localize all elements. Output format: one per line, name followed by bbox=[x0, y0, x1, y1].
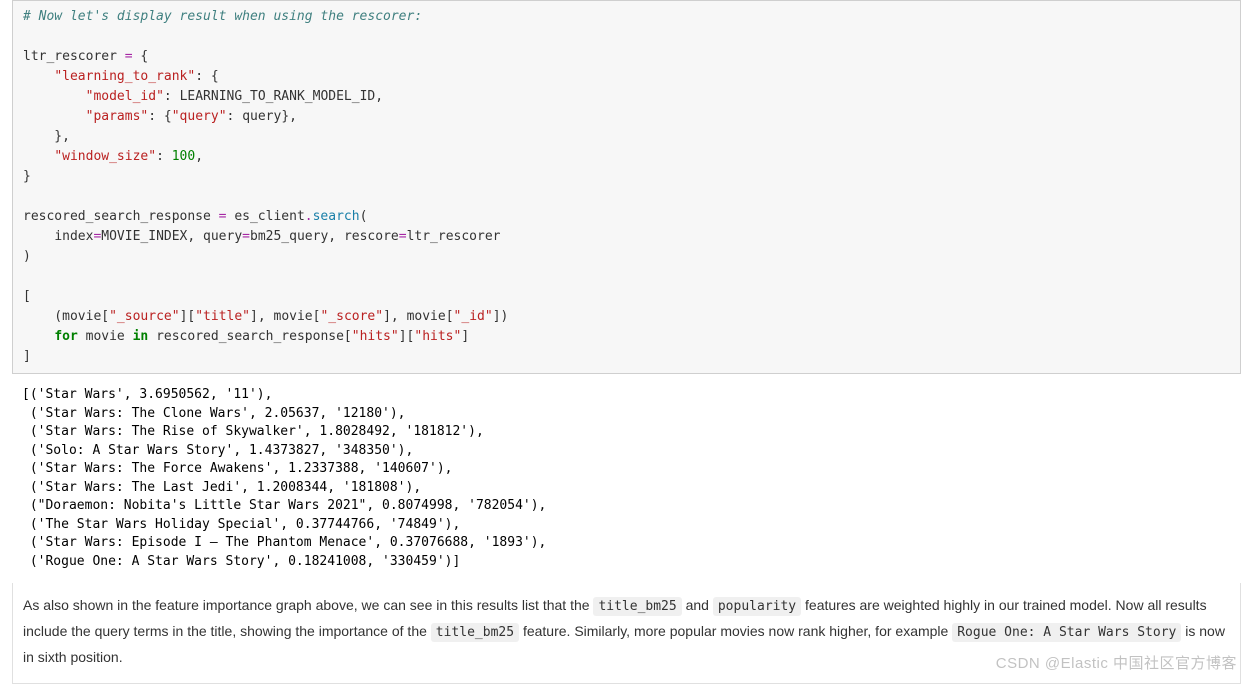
output-line: ('Star Wars: The Clone Wars', 2.05637, '… bbox=[22, 406, 406, 421]
md-text: As also shown in the feature importance … bbox=[23, 597, 593, 613]
output-line: ("Doraemon: Nobita's Little Star Wars 20… bbox=[22, 498, 546, 513]
output-line: ('Star Wars: The Force Awakens', 1.23373… bbox=[22, 461, 452, 476]
output-line: ('Star Wars: The Rise of Skywalker', 1.8… bbox=[22, 424, 484, 439]
output-line: ('Star Wars: The Last Jedi', 1.2008344, … bbox=[22, 480, 421, 495]
output-line: [('Star Wars', 3.6950562, '11'), bbox=[22, 387, 272, 402]
md-text: feature. Similarly, more popular movies … bbox=[519, 623, 952, 639]
code-comment: # Now let's display result when using th… bbox=[23, 9, 422, 24]
md-text: and bbox=[682, 597, 713, 613]
md-code: title_bm25 bbox=[593, 597, 681, 616]
output-cell: [('Star Wars', 3.6950562, '11'), ('Star … bbox=[12, 380, 1241, 577]
md-code: title_bm25 bbox=[431, 623, 519, 642]
output-line: ('Rogue One: A Star Wars Story', 0.18241… bbox=[22, 554, 460, 569]
code-line: ltr_rescorer = { bbox=[23, 49, 148, 64]
md-code: Rogue One: A Star Wars Story bbox=[952, 623, 1181, 642]
md-code: popularity bbox=[713, 597, 801, 616]
output-line: ('Star Wars: Episode I – The Phantom Men… bbox=[22, 535, 546, 550]
code-cell-input[interactable]: # Now let's display result when using th… bbox=[12, 0, 1241, 374]
output-line: ('Solo: A Star Wars Story', 1.4373827, '… bbox=[22, 443, 413, 458]
output-line: ('The Star Wars Holiday Special', 0.3774… bbox=[22, 517, 460, 532]
markdown-cell: As also shown in the feature importance … bbox=[12, 583, 1241, 684]
